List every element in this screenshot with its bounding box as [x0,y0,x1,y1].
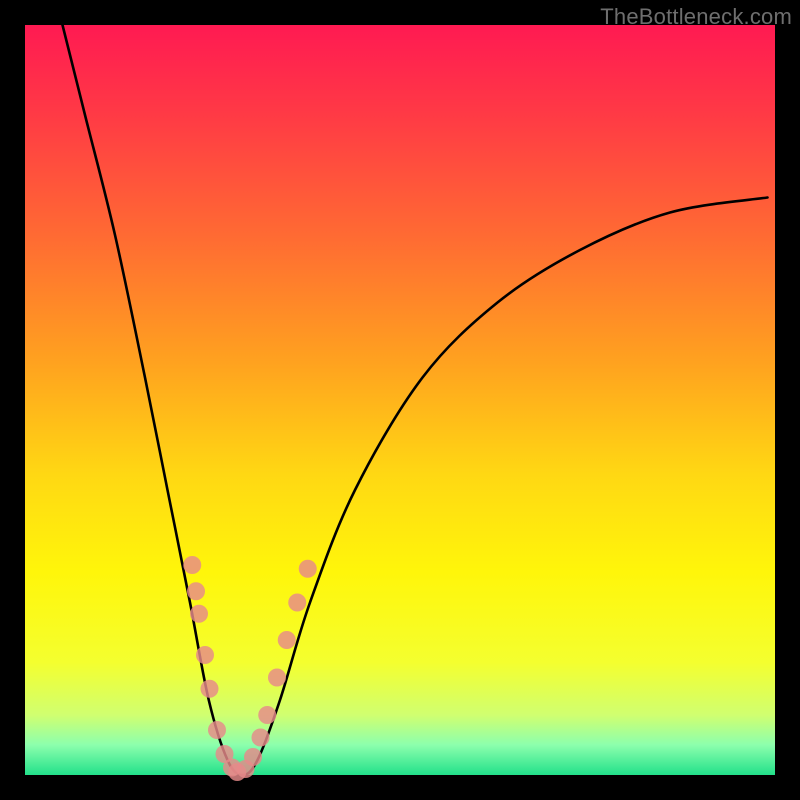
marker-dot [268,669,286,687]
bottleneck-curve [63,25,768,775]
marker-dot [258,706,276,724]
marker-dot [201,680,219,698]
marker-dot [252,729,270,747]
marker-dot [244,748,262,766]
marker-dot [196,646,214,664]
marker-dot [299,560,317,578]
marker-dot [183,556,201,574]
marker-dot [187,582,205,600]
curve-group [63,25,768,775]
marker-dot [208,721,226,739]
curve-svg [25,25,775,775]
marker-dot [190,605,208,623]
chart-frame: TheBottleneck.com [0,0,800,800]
plot-area [25,25,775,775]
marker-dot [288,594,306,612]
watermark-text: TheBottleneck.com [600,4,792,30]
marker-dot [278,631,296,649]
